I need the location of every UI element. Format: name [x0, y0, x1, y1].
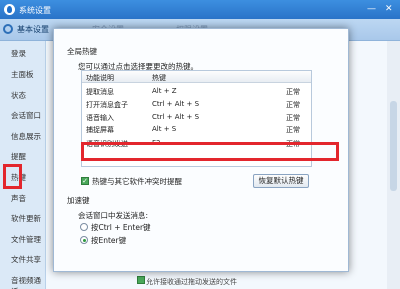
- row-status: 正常: [286, 114, 300, 122]
- row-function: 提取消息: [86, 88, 114, 96]
- sidebar-item-main-panel[interactable]: 主面板: [11, 69, 34, 80]
- sidebar-item-file-sharing[interactable]: 文件共享: [11, 254, 41, 265]
- tab-basic-settings[interactable]: 基本设置: [17, 24, 49, 35]
- row-hotkey: Ctrl + Alt + S: [152, 113, 200, 121]
- send-ctrl-enter-radio[interactable]: [80, 223, 88, 231]
- sidebar-item-chat-window[interactable]: 会话窗口: [11, 110, 41, 121]
- row-hotkey: Alt + Z: [152, 87, 177, 95]
- send-message-label: 会话窗口中发送消息:: [78, 211, 149, 220]
- sidebar-item-sound[interactable]: 声音: [11, 193, 26, 204]
- table-row[interactable]: 打开消息盒子 Ctrl + Alt + S 正常: [82, 98, 311, 110]
- sidebar-item-software-update[interactable]: 软件更新: [11, 213, 41, 224]
- sidebar-item-file-management[interactable]: 文件管理: [11, 234, 41, 245]
- conflict-reminder-checkbox[interactable]: ✓: [81, 177, 89, 185]
- global-hotkeys-title: 全局热键: [67, 47, 97, 56]
- send-enter-label: 按Enter键: [91, 236, 127, 245]
- sidebar-item-reminder[interactable]: 提醒: [11, 151, 26, 162]
- close-button[interactable]: ✕: [385, 3, 393, 15]
- table-row-selected[interactable]: 捕捉屏幕 Alt + S 正常: [82, 123, 311, 135]
- row-function: 语音输入: [86, 114, 114, 122]
- qq-logo-icon: [4, 4, 15, 15]
- table-header: 功能说明 热键: [82, 71, 311, 83]
- hotkey-dialog: 全局热键 您可以通过点击选择要更改的热键。 功能说明 热键 提取消息 Alt +…: [53, 28, 349, 272]
- table-row[interactable]: 提取消息 Alt + Z 正常: [82, 85, 311, 97]
- window-title: 系统设置: [19, 6, 51, 15]
- restore-default-hotkeys-button[interactable]: 恢复默认热键: [253, 174, 309, 188]
- row-hotkey: Ctrl + Alt + S: [152, 100, 200, 108]
- row-function: 捕捉屏幕: [86, 126, 114, 134]
- hotkey-sidebar-highlight: [3, 164, 22, 189]
- allow-drag-files-checkbox[interactable]: [137, 276, 145, 284]
- row-function: 打开消息盒子: [86, 101, 128, 109]
- window-titlebar: 系统设置 — ✕: [0, 0, 400, 19]
- column-function: 功能说明: [86, 74, 114, 82]
- sidebar-item-av-call[interactable]: 音视频通话: [11, 275, 45, 289]
- table-row[interactable]: 语音输入 Ctrl + Alt + S 正常: [82, 111, 311, 123]
- gear-icon: [3, 24, 13, 34]
- sidebar-item-login[interactable]: 登录: [11, 48, 26, 59]
- row-hotkey: Alt + S: [152, 125, 177, 133]
- column-hotkey: 热键: [152, 74, 166, 82]
- send-enter-radio[interactable]: [80, 236, 88, 244]
- conflict-reminder-label: 热键与其它软件冲突时提醒: [92, 177, 182, 186]
- row-status: 正常: [286, 101, 300, 109]
- capture-screen-highlight: [81, 142, 339, 161]
- send-ctrl-enter-label: 按Ctrl + Enter键: [91, 223, 151, 232]
- scrollbar-thumb[interactable]: [390, 101, 397, 191]
- sidebar-item-info-display[interactable]: 信息展示: [11, 131, 41, 142]
- row-status: 正常: [286, 88, 300, 96]
- accelerator-keys-title: 加速键: [67, 196, 90, 205]
- sidebar-item-status[interactable]: 状态: [11, 90, 26, 101]
- allow-drag-files-label: 允许接收通过拖动发送的文件: [146, 278, 237, 286]
- row-status: 正常: [286, 126, 300, 134]
- minimize-button[interactable]: —: [367, 3, 376, 15]
- settings-scrollbar[interactable]: [387, 41, 400, 289]
